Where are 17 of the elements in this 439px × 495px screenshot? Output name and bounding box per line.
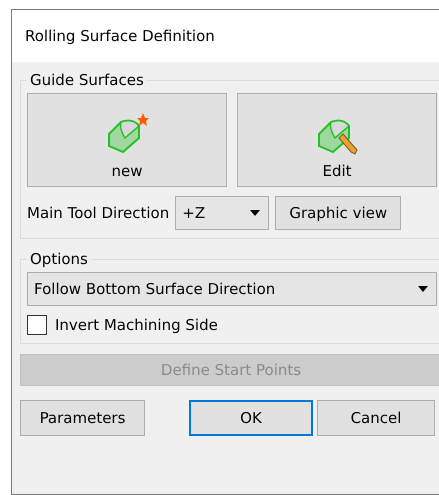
direction-dropdown[interactable]: +Z [175, 196, 270, 230]
dropdown-caret-icon [418, 286, 428, 292]
dropdown-caret-icon [250, 210, 260, 216]
checkbox-label: Invert Machining Side [55, 316, 218, 334]
new-button[interactable]: new [27, 93, 227, 187]
window-title: Rolling Surface Definition [25, 27, 215, 45]
checkbox[interactable] [27, 315, 47, 335]
mode-dropdown[interactable]: Follow Bottom Surface Direction [27, 272, 437, 306]
direction-label: Main Tool Direction [27, 204, 170, 222]
new-shape-icon [105, 112, 149, 156]
dialog-button[interactable]: OK [189, 400, 313, 436]
group-title: Options [27, 250, 91, 268]
dialog-button[interactable]: Cancel [317, 400, 435, 436]
invert-checkbox[interactable]: Invert Machining Side [27, 315, 439, 335]
dialog-button[interactable]: Parameters [20, 400, 145, 436]
graphic-view-button[interactable]: Graphic view [275, 196, 402, 230]
edit-button[interactable]: Edit [237, 93, 437, 187]
